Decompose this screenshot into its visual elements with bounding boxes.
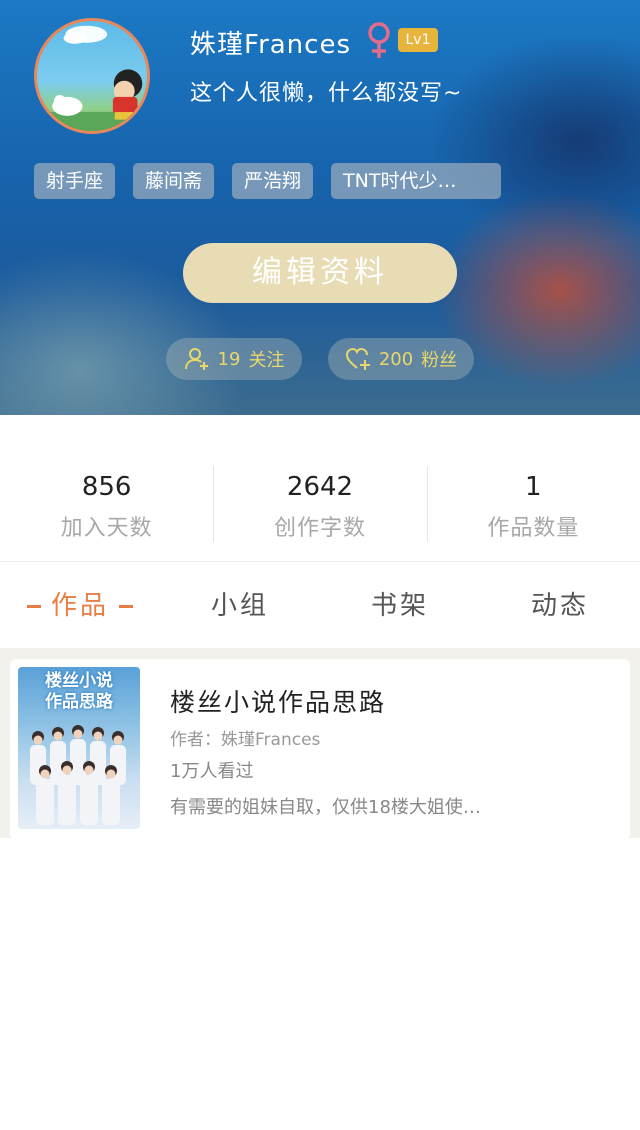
- work-title: 楼丝小说作品思路: [170, 688, 387, 717]
- tab-label: 动态: [530, 591, 589, 621]
- fans-label: 粉丝: [421, 350, 458, 371]
- stat-label: 加入天数: [60, 516, 153, 541]
- tag-item[interactable]: 藤间斋: [133, 163, 215, 199]
- following-count: 19: [217, 348, 241, 370]
- tab-activity[interactable]: 动态: [480, 576, 640, 636]
- stat-label: 作品数量: [487, 516, 580, 541]
- avatar-image: [37, 25, 147, 131]
- tab-bar: 作品 小组 书架 动态: [0, 576, 640, 636]
- tab-label: 书架: [370, 591, 429, 621]
- female-icon: [368, 22, 390, 58]
- divider: [0, 561, 640, 562]
- tag-item[interactable]: 严浩翔: [232, 163, 314, 199]
- tag-item[interactable]: TNT时代少…: [331, 163, 502, 199]
- work-views: 1万人看过: [170, 761, 254, 782]
- stats-bar: 856 加入天数 2642 创作字数 1 作品数量: [0, 462, 640, 546]
- works-list: 楼丝小说 作品思路 楼丝小说作品思路 作者：姝瑾Frances 1万人看过 有需…: [0, 648, 640, 839]
- profile-header: 姝瑾Frances Lv1 这个人很懒，什么都没写~ 射手座 藤间斋 严浩翔 T…: [0, 0, 640, 415]
- stat-value: 856: [81, 472, 132, 502]
- tag-list: 射手座 藤间斋 严浩翔 TNT时代少…: [34, 163, 502, 199]
- stat-value: 1: [525, 472, 542, 502]
- tab-groups[interactable]: 小组: [160, 576, 320, 636]
- following-label: 关注: [248, 350, 285, 371]
- stat-word-count: 2642 创作字数: [213, 462, 426, 546]
- following-button[interactable]: 19 关注: [166, 338, 302, 380]
- stat-join-days: 856 加入天数: [0, 462, 213, 546]
- tab-label: 作品: [50, 591, 109, 621]
- tab-works[interactable]: 作品: [0, 576, 160, 636]
- tab-label: 小组: [210, 591, 269, 621]
- work-cover[interactable]: 楼丝小说 作品思路: [18, 667, 140, 829]
- active-tab-dash: [119, 605, 133, 608]
- stat-works-count: 1 作品数量: [426, 462, 640, 546]
- person-add-icon: [184, 348, 208, 370]
- level-badge: Lv1: [398, 28, 438, 52]
- bio-text: 这个人很懒，什么都没写~: [190, 81, 463, 106]
- avatar[interactable]: [34, 18, 150, 134]
- fans-button[interactable]: 200 粉丝: [328, 338, 474, 380]
- edit-profile-button[interactable]: 编辑资料: [183, 243, 457, 303]
- work-description: 有需要的姐妹自取，仅供18楼大姐使…: [170, 797, 481, 818]
- active-tab-dash: [26, 605, 41, 608]
- work-card[interactable]: 楼丝小说 作品思路 楼丝小说作品思路 作者：姝瑾Frances 1万人看过 有需…: [10, 659, 630, 839]
- stat-value: 2642: [286, 472, 354, 502]
- tab-bookshelf[interactable]: 书架: [320, 576, 480, 636]
- username: 姝瑾Frances: [190, 30, 352, 60]
- cover-image: [30, 725, 126, 825]
- fans-count: 200: [378, 348, 414, 370]
- heart-add-icon: [345, 347, 370, 370]
- tag-item[interactable]: 射手座: [34, 163, 116, 199]
- work-author: 作者：姝瑾Frances: [170, 730, 321, 750]
- stat-label: 创作字数: [273, 516, 366, 541]
